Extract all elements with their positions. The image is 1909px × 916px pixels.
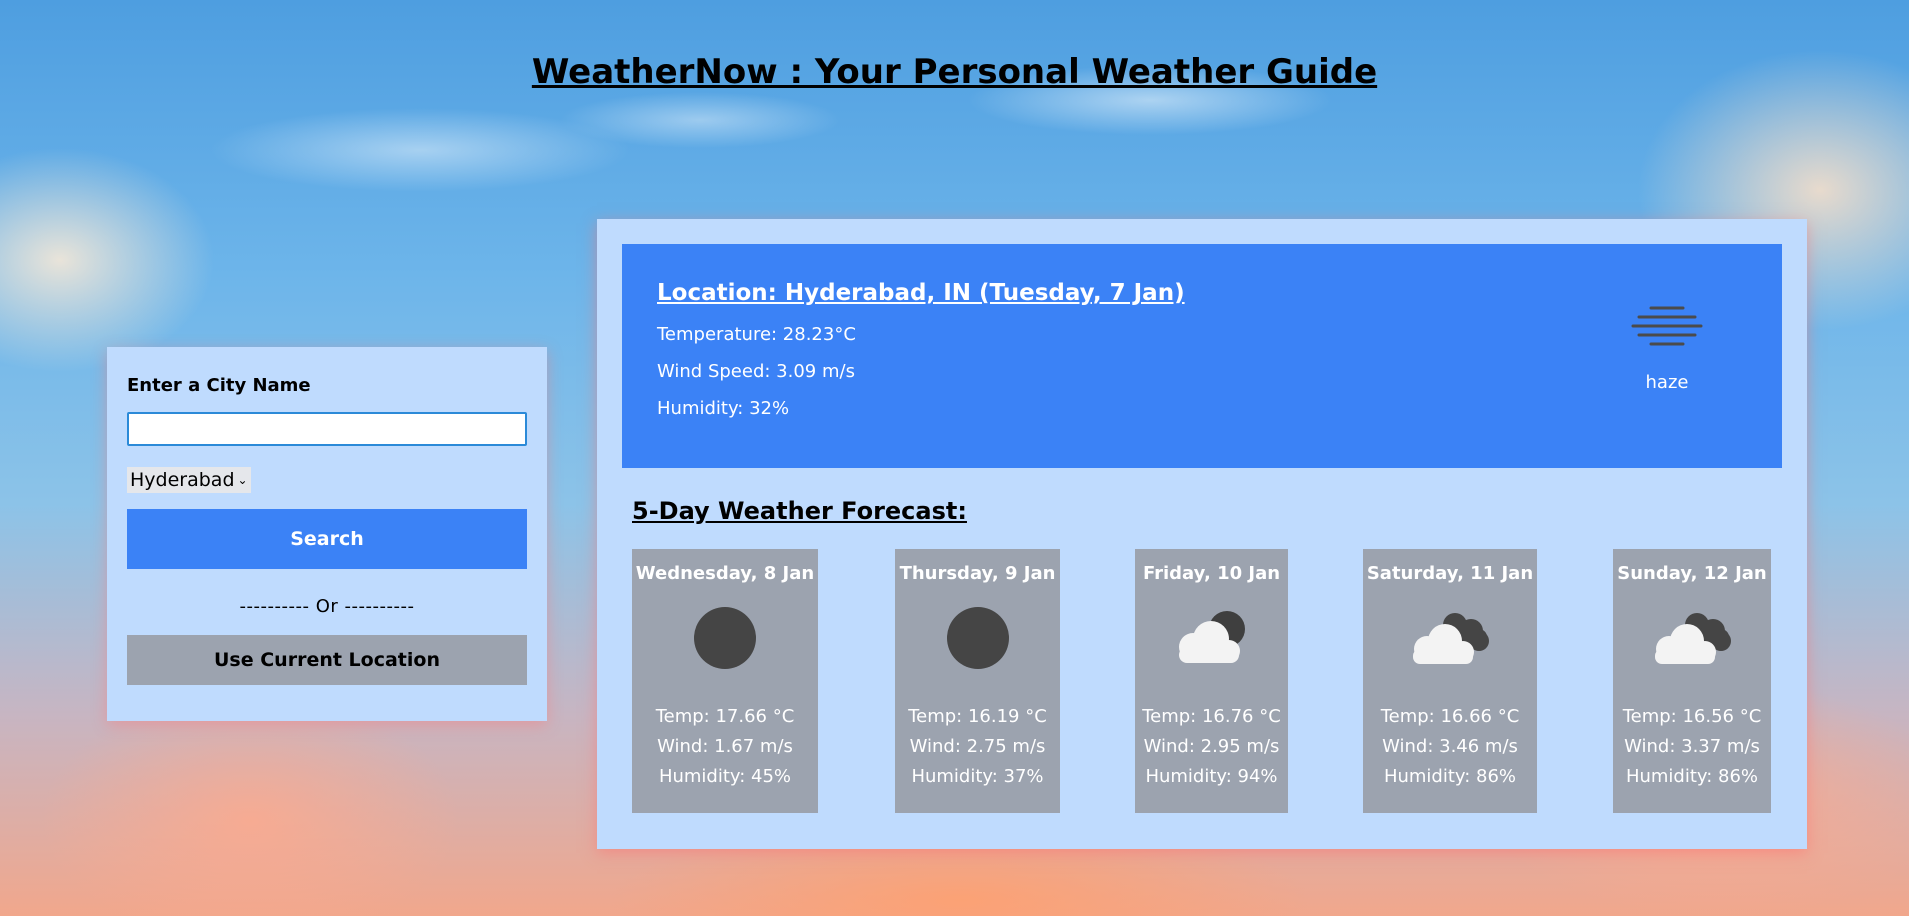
forecast-humidity: Humidity: 45% <box>658 766 792 787</box>
haze-icon <box>1631 306 1703 346</box>
city-name-label: Enter a City Name <box>127 375 311 396</box>
search-panel: Enter a City Name Hyderabad ⌄ Search ---… <box>107 347 547 721</box>
forecast-temp: Temp: 16.76 °C <box>1142 706 1281 727</box>
forecast-wind: Wind: 3.37 m/s <box>1624 736 1760 757</box>
forecast-card: Saturday, 11 Jan Temp: 16.66 °C Wind: 3.… <box>1363 549 1537 813</box>
use-current-location-button[interactable]: Use Current Location <box>127 635 527 685</box>
forecast-temp: Temp: 17.66 °C <box>655 706 795 727</box>
current-weather-icon-wrap: haze <box>1627 304 1707 393</box>
moon-icon <box>694 607 756 669</box>
forecast-date: Friday, 10 Jan <box>1142 563 1281 584</box>
forecast-date: Thursday, 9 Jan <box>899 563 1056 584</box>
broken-clouds-icon <box>1413 613 1489 664</box>
forecast-humidity: Humidity: 86% <box>1383 766 1517 787</box>
forecast-temp: Temp: 16.66 °C <box>1380 706 1520 727</box>
partly-cloudy-night-icon <box>1178 611 1245 663</box>
moon-icon <box>946 607 1009 669</box>
forecast-card: Thursday, 9 Jan Temp: 16.19 °C Wind: 2.7… <box>895 549 1060 813</box>
current-humidity: Humidity: 32% <box>657 398 790 419</box>
forecast-date: Wednesday, 8 Jan <box>635 563 815 584</box>
weather-panel: Location: Hyderabad, IN (Tuesday, 7 Jan)… <box>597 219 1807 849</box>
forecast-card: Wednesday, 8 Jan Temp: 17.66 °C Wind: 1.… <box>632 549 818 813</box>
forecast-wind: Wind: 2.95 m/s <box>1143 736 1280 757</box>
forecast-humidity: Humidity: 94% <box>1145 766 1278 787</box>
current-weather-description: haze <box>1645 372 1689 393</box>
forecast-card: Sunday, 12 Jan Temp: 16.56 °C Wind: 3.37… <box>1613 549 1771 813</box>
forecast-date: Sunday, 12 Jan <box>1617 563 1767 584</box>
current-location: Location: Hyderabad, IN (Tuesday, 7 Jan) <box>657 280 1185 306</box>
or-divider: ---------- Or ---------- <box>239 596 415 617</box>
city-input[interactable] <box>127 412 527 446</box>
city-select[interactable]: Hyderabad ⌄ <box>127 467 251 493</box>
forecast-temp: Temp: 16.56 °C <box>1622 706 1762 727</box>
current-temperature: Temperature: 28.23°C <box>657 324 856 345</box>
forecast-wind: Wind: 2.75 m/s <box>909 736 1046 757</box>
forecast-title: 5-Day Weather Forecast: <box>632 497 967 525</box>
forecast-humidity: Humidity: 37% <box>911 766 1044 787</box>
city-select-value: Hyderabad <box>130 469 235 491</box>
forecast-wind: Wind: 1.67 m/s <box>657 736 793 757</box>
current-weather-card: Location: Hyderabad, IN (Tuesday, 7 Jan)… <box>622 244 1782 468</box>
forecast-wind: Wind: 3.46 m/s <box>1382 736 1518 757</box>
page-title: WeatherNow : Your Personal Weather Guide <box>531 52 1378 92</box>
forecast-date: Saturday, 11 Jan <box>1366 563 1534 584</box>
forecast-humidity: Humidity: 86% <box>1625 766 1759 787</box>
current-wind-speed: Wind Speed: 3.09 m/s <box>657 361 855 382</box>
forecast-temp: Temp: 16.19 °C <box>908 706 1047 727</box>
search-button[interactable]: Search <box>127 509 527 569</box>
chevron-down-icon: ⌄ <box>237 473 248 487</box>
forecast-card: Friday, 10 Jan Temp: 16.76 °C Wind: 2.95… <box>1135 549 1288 813</box>
broken-clouds-icon <box>1655 613 1731 664</box>
